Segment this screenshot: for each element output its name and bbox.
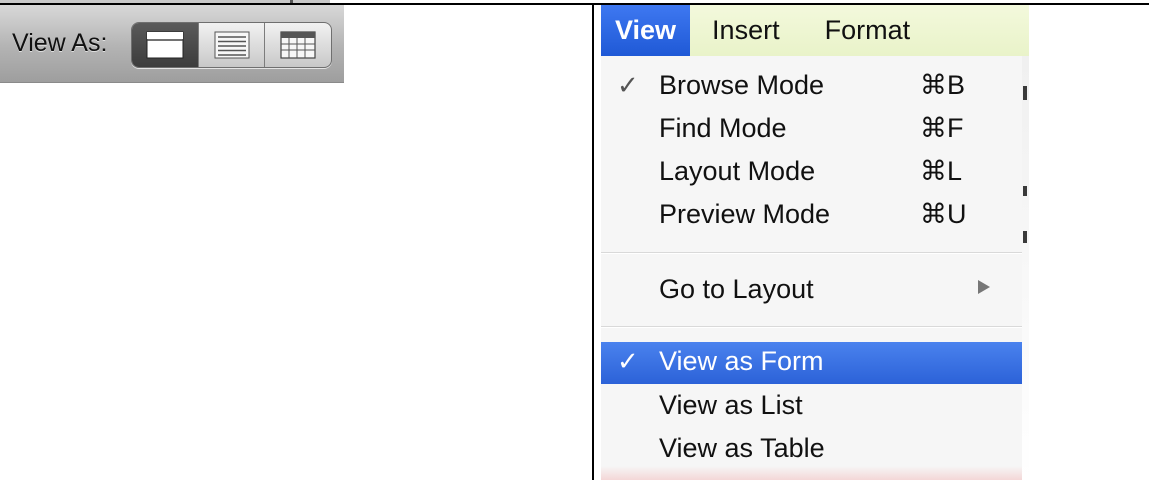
menu-bottom-shadow: [601, 466, 1022, 480]
menu-separator: [601, 252, 1022, 254]
menu-item-label: View as Form: [659, 346, 824, 376]
view-as-form-button[interactable]: [132, 23, 199, 67]
menu-item-label: View as Table: [659, 433, 825, 463]
view-as-table-button[interactable]: [265, 23, 331, 67]
background-window-edge: [1022, 56, 1029, 480]
menu-item-label: Browse Mode: [659, 70, 825, 100]
menu-item-shortcut: ⌘F: [920, 113, 964, 143]
menu-item-shortcut: ⌘U: [920, 199, 967, 229]
menu-insert[interactable]: Insert: [690, 5, 780, 56]
view-as-label: View As:: [12, 29, 108, 57]
menu-item-find-mode[interactable]: Find Mode ⌘F: [601, 109, 1022, 149]
menu-item-label: View as List: [659, 390, 803, 420]
checkmark-icon: ✓: [617, 346, 639, 376]
view-as-segmented-control: [131, 22, 332, 68]
menu-item-label: Find Mode: [659, 113, 787, 143]
menu-item-preview-mode[interactable]: Preview Mode ⌘U: [601, 195, 1022, 235]
view-menu-dropdown: ✓ Browse Mode ⌘B Find Mode ⌘F Layout Mod…: [601, 56, 1023, 480]
menu-item-browse-mode[interactable]: ✓ Browse Mode ⌘B: [601, 66, 1022, 106]
menu-item-go-to-layout[interactable]: Go to Layout: [601, 270, 1022, 310]
menu-item-label: Preview Mode: [659, 199, 831, 229]
form-view-icon: [146, 31, 184, 59]
checkmark-icon: ✓: [617, 70, 639, 100]
view-as-list-button[interactable]: [199, 23, 266, 67]
menu-format[interactable]: Format: [780, 5, 911, 56]
table-column-divider: [592, 4, 594, 480]
submenu-arrow-icon: [978, 280, 990, 294]
menu-item-label: Layout Mode: [659, 156, 816, 186]
menu-item-view-as-form[interactable]: ✓ View as Form: [601, 342, 1022, 384]
menu-item-shortcut: ⌘B: [920, 70, 966, 100]
list-view-icon: [214, 31, 249, 59]
view-as-toolbar: View As:: [0, 5, 344, 83]
menu-bar: View Insert Format: [601, 5, 1029, 56]
menu-view[interactable]: View: [601, 5, 691, 56]
menu-item-layout-mode[interactable]: Layout Mode ⌘L: [601, 152, 1022, 192]
menu-separator: [601, 326, 1022, 328]
menu-item-view-as-table[interactable]: View as Table: [601, 429, 1022, 469]
menu-item-shortcut: ⌘L: [920, 156, 963, 186]
table-view-icon: [280, 31, 316, 59]
menu-item-label: Go to Layout: [659, 274, 814, 304]
menu-item-view-as-list[interactable]: View as List: [601, 386, 1022, 426]
